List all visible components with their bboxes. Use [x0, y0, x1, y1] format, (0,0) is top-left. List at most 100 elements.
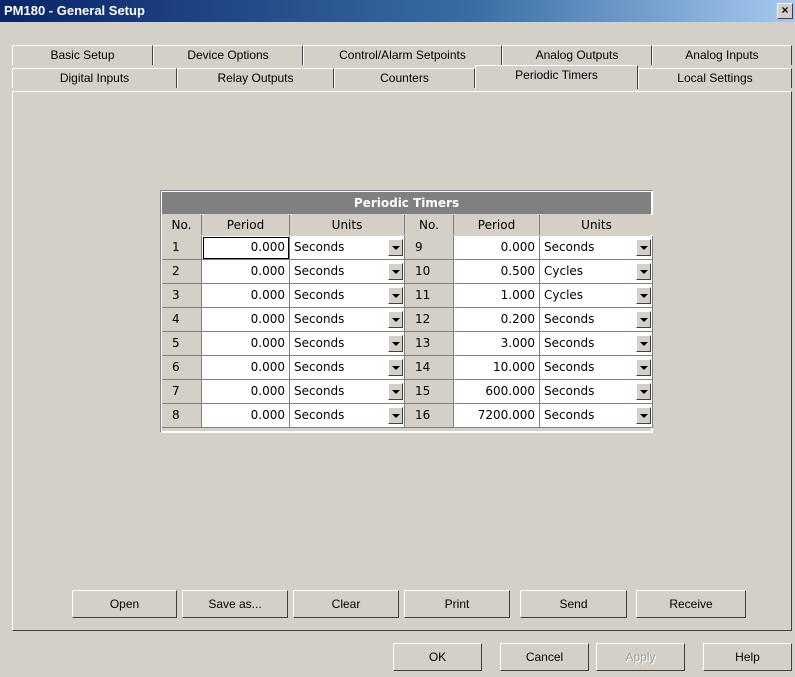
help-button[interactable]: Help — [703, 643, 792, 671]
cancel-button[interactable]: Cancel — [500, 643, 589, 671]
units-select[interactable]: Seconds — [290, 308, 405, 332]
units-select[interactable]: Seconds — [290, 380, 405, 404]
dropdown-arrow-icon[interactable] — [388, 239, 403, 256]
units-select-value: Seconds — [544, 240, 595, 254]
units-select[interactable]: Seconds — [290, 284, 405, 308]
clear-button[interactable]: Clear — [293, 590, 399, 618]
tab-basic-setup[interactable]: Basic Setup — [12, 45, 153, 65]
tab-periodic-timers[interactable]: Periodic Timers — [475, 65, 638, 89]
period-input[interactable]: 7200.000 — [454, 404, 540, 428]
units-select[interactable]: Seconds — [290, 332, 405, 356]
units-select-value: Seconds — [294, 360, 345, 374]
period-input[interactable]: 0.000 — [202, 260, 290, 284]
open-button[interactable]: Open — [72, 590, 177, 618]
dropdown-arrow-icon[interactable] — [636, 359, 651, 376]
print-button[interactable]: Print — [404, 590, 510, 618]
dropdown-arrow-icon[interactable] — [636, 287, 651, 304]
units-select[interactable]: Cycles — [540, 260, 653, 284]
row-number: 5 — [162, 332, 202, 356]
period-input[interactable]: 3.000 — [454, 332, 540, 356]
period-input-value: 0.000 — [250, 336, 285, 350]
row-number: 12 — [405, 308, 454, 332]
dropdown-arrow-icon[interactable] — [388, 287, 403, 304]
row-number-value: 12 — [415, 312, 431, 326]
period-input-value: 0.000 — [500, 240, 535, 254]
period-input[interactable]: 0.000 — [202, 308, 290, 332]
units-select[interactable]: Seconds — [540, 404, 653, 428]
window-title: PM180 - General Setup — [4, 3, 145, 18]
units-select-value: Cycles — [544, 264, 584, 278]
units-select-value: Seconds — [294, 288, 345, 302]
row-number: 13 — [405, 332, 454, 356]
units-select-value: Cycles — [544, 288, 584, 302]
row-number: 7 — [162, 380, 202, 404]
tab-relay-outputs[interactable]: Relay Outputs — [177, 68, 334, 88]
row-number: 10 — [405, 260, 454, 284]
period-input[interactable]: 0.000 — [202, 236, 290, 260]
row-number: 16 — [405, 404, 454, 428]
dropdown-arrow-icon[interactable] — [388, 407, 403, 424]
tab-analog-inputs[interactable]: Analog Inputs — [652, 45, 792, 65]
row-number: 2 — [162, 260, 202, 284]
period-input[interactable]: 0.000 — [202, 404, 290, 428]
tab-analog-outputs[interactable]: Analog Outputs — [502, 45, 652, 65]
units-select[interactable]: Cycles — [540, 284, 653, 308]
units-select[interactable]: Seconds — [540, 308, 653, 332]
table-row: 2 0.000 Seconds 10 0.500 Cycles — [162, 260, 653, 284]
units-select[interactable]: Seconds — [290, 260, 405, 284]
units-select[interactable]: Seconds — [540, 380, 653, 404]
dropdown-arrow-icon[interactable] — [636, 335, 651, 352]
dropdown-arrow-icon[interactable] — [636, 239, 651, 256]
table-row: 5 0.000 Seconds 13 3.000 Seconds — [162, 332, 653, 356]
units-select[interactable]: Seconds — [290, 356, 405, 380]
tab-counters[interactable]: Counters — [334, 68, 475, 88]
period-input-value: 10.000 — [493, 360, 535, 374]
units-select[interactable]: Seconds — [540, 332, 653, 356]
period-input-value: 0.000 — [250, 360, 285, 374]
dropdown-arrow-icon[interactable] — [636, 383, 651, 400]
row-number-value: 9 — [415, 240, 423, 254]
dropdown-arrow-icon[interactable] — [636, 263, 651, 280]
row-number-value: 4 — [172, 312, 180, 326]
row-number-value: 3 — [172, 288, 180, 302]
period-input-value: 0.000 — [250, 264, 285, 278]
dropdown-arrow-icon[interactable] — [388, 383, 403, 400]
ok-button[interactable]: OK — [393, 643, 482, 671]
period-input-value: 3.000 — [500, 336, 535, 350]
period-input[interactable]: 0.000 — [202, 332, 290, 356]
dropdown-arrow-icon[interactable] — [636, 407, 651, 424]
dropdown-arrow-icon[interactable] — [388, 359, 403, 376]
period-input[interactable]: 0.000 — [202, 356, 290, 380]
tab-device-options[interactable]: Device Options — [153, 45, 303, 65]
row-number: 6 — [162, 356, 202, 380]
units-select[interactable]: Seconds — [540, 236, 653, 260]
period-input[interactable]: 0.000 — [454, 236, 540, 260]
period-input[interactable]: 0.500 — [454, 260, 540, 284]
close-icon[interactable]: × — [777, 3, 793, 19]
units-select[interactable]: Seconds — [290, 236, 405, 260]
tab-local-settings[interactable]: Local Settings — [638, 68, 792, 88]
tab-control-alarm-setpoints[interactable]: Control/Alarm Setpoints — [303, 45, 502, 65]
period-input[interactable]: 0.000 — [202, 284, 290, 308]
dropdown-arrow-icon[interactable] — [388, 263, 403, 280]
save-as-button[interactable]: Save as... — [182, 590, 288, 618]
row-number: 11 — [405, 284, 454, 308]
units-select-value: Seconds — [294, 408, 345, 422]
receive-button[interactable]: Receive — [636, 590, 746, 618]
dropdown-arrow-icon[interactable] — [388, 335, 403, 352]
units-select[interactable]: Seconds — [290, 404, 405, 428]
period-input[interactable]: 0.000 — [202, 380, 290, 404]
table-row: 1 0.000 Seconds 9 0.000 Seconds — [162, 236, 653, 260]
send-button[interactable]: Send — [520, 590, 627, 618]
period-input-value: 600.000 — [485, 384, 535, 398]
period-input[interactable]: 600.000 — [454, 380, 540, 404]
dropdown-arrow-icon[interactable] — [388, 311, 403, 328]
period-input[interactable]: 0.200 — [454, 308, 540, 332]
apply-button[interactable]: Apply — [596, 643, 685, 671]
col-header-units-2: Units — [540, 215, 653, 235]
units-select[interactable]: Seconds — [540, 356, 653, 380]
period-input[interactable]: 10.000 — [454, 356, 540, 380]
tab-digital-inputs[interactable]: Digital Inputs — [12, 68, 177, 88]
period-input[interactable]: 1.000 — [454, 284, 540, 308]
dropdown-arrow-icon[interactable] — [636, 311, 651, 328]
